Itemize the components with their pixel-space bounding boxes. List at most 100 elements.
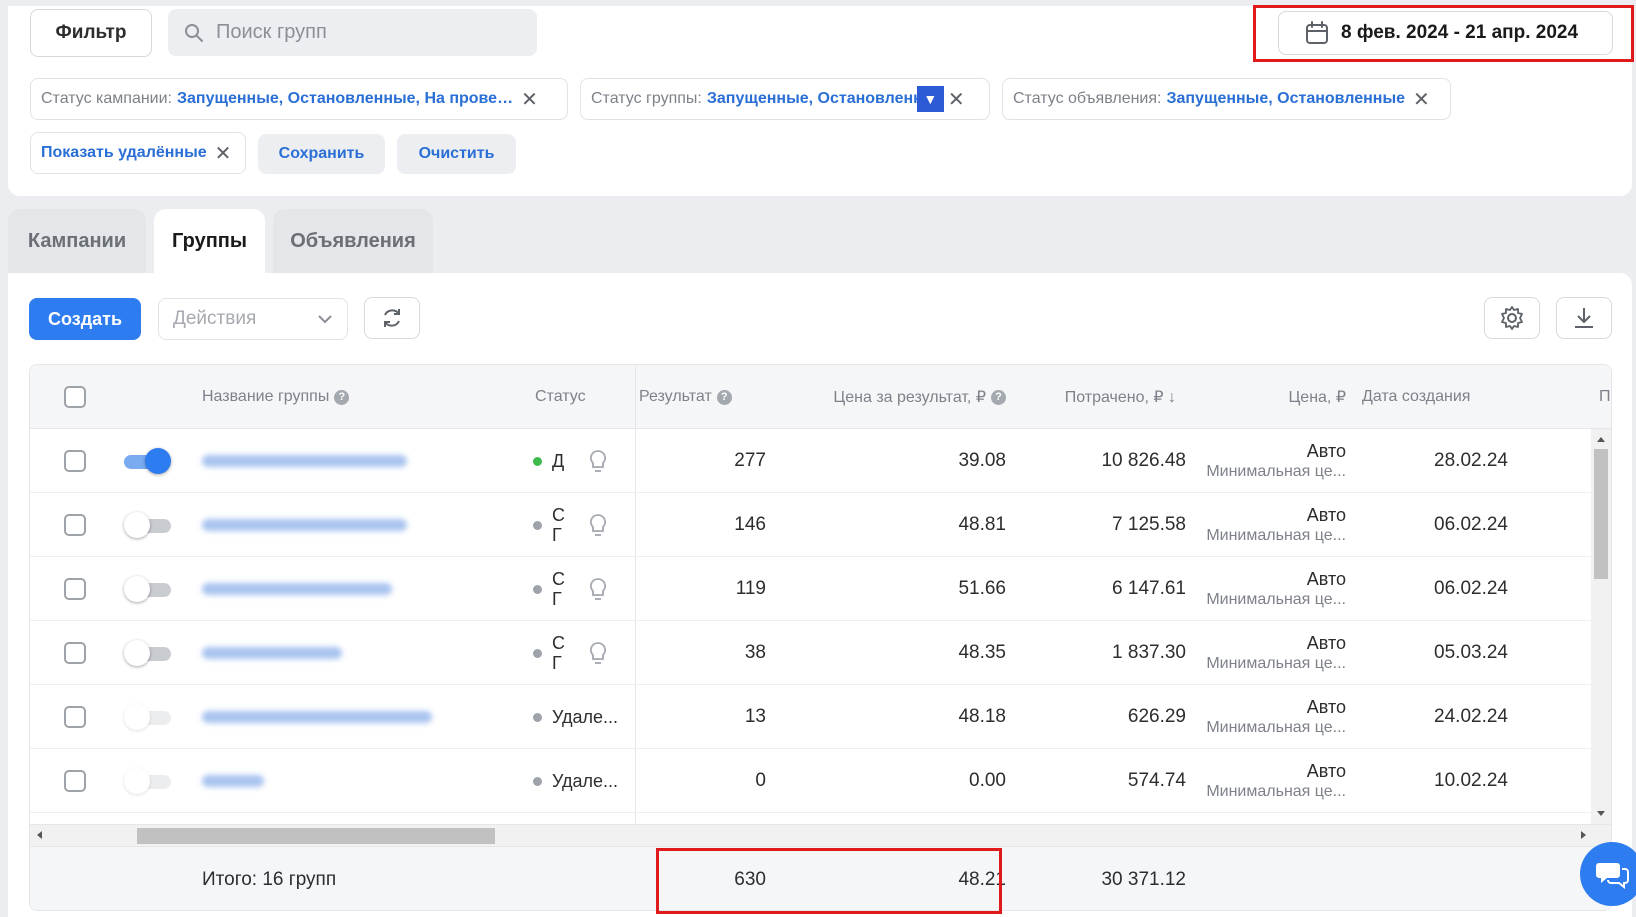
chip-campaign-status[interactable]: Статус кампании: Запущенные, Остановленн…: [30, 78, 568, 120]
status-text-2: Г: [552, 653, 562, 673]
row-checkbox[interactable]: [64, 749, 86, 813]
download-button[interactable]: [1556, 297, 1612, 339]
scroll-up-icon[interactable]: [1591, 431, 1611, 447]
lightbulb-icon[interactable]: [586, 493, 610, 557]
ppr-cell: 48.18: [958, 706, 1006, 727]
save-filter-button[interactable]: Сохранить: [258, 134, 385, 174]
select-all-checkbox[interactable]: [64, 365, 86, 429]
col-name[interactable]: Название группы?: [202, 365, 350, 429]
refresh-button[interactable]: [364, 297, 420, 339]
col-spent[interactable]: Потрачено, ₽ ↓: [1020, 365, 1176, 429]
table-row[interactable]: Удале... 13 48.18 626.29 Авто Минимальна…: [30, 685, 1611, 749]
settings-button[interactable]: [1484, 297, 1540, 339]
chip-value: Запущенные, Остановленные, На прове…: [177, 90, 514, 107]
status-text: С: [552, 505, 565, 525]
table-row[interactable]: СГ 146 48.81 7 125.58 Авто Минимальная ц…: [30, 493, 1611, 557]
col-price[interactable]: Цена, ₽: [1220, 365, 1346, 429]
created-cell: 05.03.24: [1434, 642, 1508, 663]
help-icon[interactable]: ?: [991, 389, 1006, 405]
scroll-right-icon[interactable]: [1575, 825, 1591, 845]
group-name-link[interactable]: [202, 493, 407, 557]
close-icon[interactable]: ✕: [948, 87, 965, 112]
close-icon[interactable]: ✕: [215, 141, 232, 166]
row-toggle[interactable]: [124, 685, 171, 749]
actions-dropdown[interactable]: Действия: [158, 298, 348, 340]
help-icon[interactable]: ?: [716, 389, 732, 405]
scroll-down-icon[interactable]: [1591, 806, 1611, 822]
status-dot: [533, 712, 542, 722]
lightbulb-icon[interactable]: [586, 557, 610, 621]
col-result[interactable]: Результат?: [639, 365, 732, 429]
price-sub: Минимальная це...: [1206, 463, 1346, 480]
group-name-link[interactable]: [202, 429, 407, 493]
group-name-link[interactable]: [202, 685, 432, 749]
row-toggle[interactable]: [124, 493, 171, 557]
vertical-scrollbar[interactable]: [1591, 429, 1611, 824]
table-row[interactable]: Д 277 39.08 10 826.48 Авто Минимальная ц…: [30, 429, 1611, 493]
clear-filter-button[interactable]: Очистить: [397, 134, 516, 174]
row-toggle[interactable]: [124, 429, 171, 493]
col-created[interactable]: Дата создания: [1362, 365, 1470, 429]
horizontal-scroll-thumb[interactable]: [137, 828, 495, 844]
col-result-label: Результат: [639, 388, 712, 405]
close-icon[interactable]: ✕: [521, 87, 538, 112]
table-row[interactable]: СГ 119 51.66 6 147.61 Авто Минимальная ц…: [30, 557, 1611, 621]
scroll-left-icon[interactable]: [32, 825, 48, 845]
row-checkbox[interactable]: [64, 429, 86, 493]
totals-highlight-box: [656, 848, 1002, 914]
search-input[interactable]: Поиск групп: [168, 9, 537, 56]
tab-groups[interactable]: Группы: [154, 209, 265, 273]
chip-ad-status[interactable]: Статус объявления: Запущенные, Остановле…: [1002, 78, 1451, 120]
col-price-per-result[interactable]: Цена за результат, ₽?: [790, 365, 1006, 429]
row-toggle[interactable]: [124, 621, 171, 685]
col-price-label: Цена, ₽: [1288, 389, 1346, 406]
price-sub: Минимальная це...: [1206, 783, 1346, 800]
table-row[interactable]: СГ 38 48.35 1 837.30 Авто Минимальная це…: [30, 621, 1611, 685]
table-header: Название группы? Статус Результат? Цена …: [30, 365, 1611, 429]
chip-key: Статус кампании:: [41, 90, 172, 107]
tab-campaigns[interactable]: Кампании: [8, 209, 146, 273]
row-checkbox[interactable]: [64, 621, 86, 685]
col-truncated[interactable]: П: [1599, 365, 1611, 429]
close-icon[interactable]: ✕: [1413, 87, 1430, 112]
row-checkbox[interactable]: [64, 493, 86, 557]
price-main: Авто: [1306, 441, 1346, 461]
col-status-label: Статус: [535, 388, 586, 405]
group-name-link[interactable]: [202, 621, 342, 685]
vertical-scroll-thumb[interactable]: [1594, 449, 1608, 579]
filter-button-label: Фильтр: [55, 22, 127, 43]
tab-ads[interactable]: Объявления: [273, 209, 433, 273]
col-status[interactable]: Статус: [535, 365, 586, 429]
ppr-cell: 0.00: [969, 770, 1006, 791]
date-range-picker[interactable]: 8 фев. 2024 - 21 апр. 2024: [1278, 11, 1613, 55]
result-cell: 0: [755, 770, 766, 791]
col-name-label: Название группы: [202, 388, 330, 405]
tab-label: Группы: [172, 229, 247, 252]
chip-group-status[interactable]: Статус группы: Запущенные, Остановленн ▼…: [580, 78, 990, 120]
calendar-icon: [1306, 21, 1328, 44]
refresh-icon: [384, 309, 400, 327]
created-cell: 24.02.24: [1434, 706, 1508, 727]
chat-button[interactable]: [1580, 842, 1636, 906]
group-name-link[interactable]: [202, 749, 264, 813]
help-icon[interactable]: ?: [334, 389, 350, 405]
row-checkbox[interactable]: [64, 557, 86, 621]
row-checkbox[interactable]: [64, 685, 86, 749]
price-sub: Минимальная це...: [1206, 655, 1346, 672]
horizontal-scrollbar[interactable]: [30, 824, 1611, 846]
create-button[interactable]: Создать: [29, 298, 141, 340]
price-main: Авто: [1306, 761, 1346, 781]
row-toggle[interactable]: [124, 557, 171, 621]
filter-button[interactable]: Фильтр: [30, 9, 152, 57]
group-name-link[interactable]: [202, 557, 392, 621]
created-cell: 10.02.24: [1434, 770, 1508, 791]
price-main: Авто: [1306, 697, 1346, 717]
price-cell: Авто Минимальная це...: [1190, 621, 1346, 685]
lightbulb-icon[interactable]: [586, 429, 610, 493]
lightbulb-icon[interactable]: [586, 621, 610, 685]
chip-show-deleted[interactable]: Показать удалённые ✕: [30, 132, 246, 174]
dropdown-marker-icon[interactable]: ▼: [916, 86, 944, 112]
table-row[interactable]: Удале... 0 0.00 574.74 Авто Минимальная …: [30, 749, 1611, 813]
status-cell: Д: [533, 429, 566, 493]
row-toggle[interactable]: [124, 749, 171, 813]
